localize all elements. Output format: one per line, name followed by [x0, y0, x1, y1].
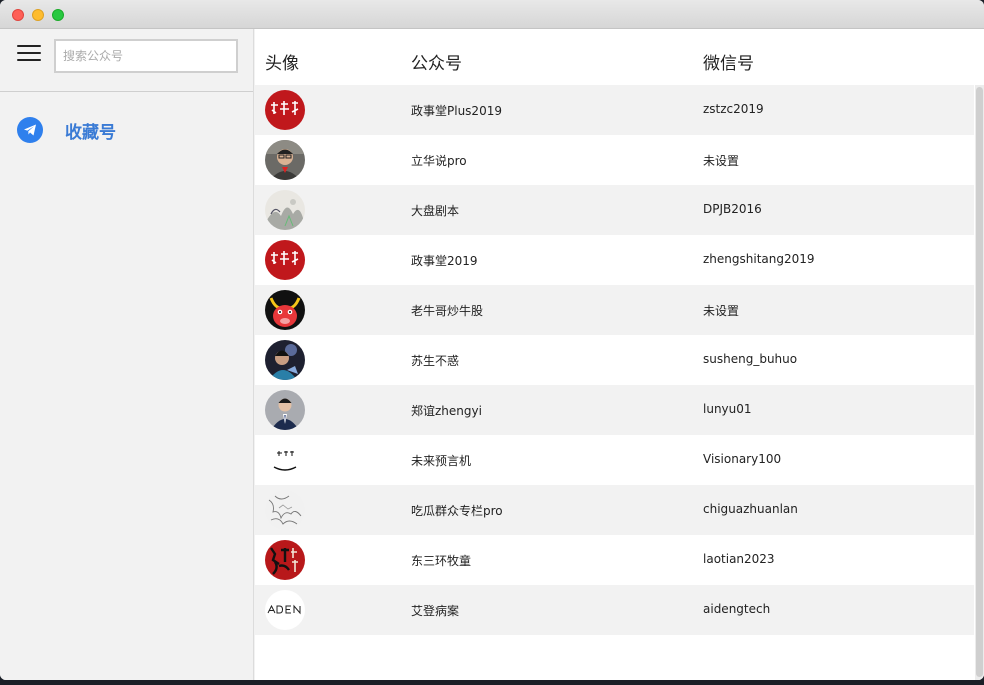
- wechat-id: Visionary100: [703, 452, 782, 466]
- wechat-id: zhengshitang2019: [703, 252, 815, 266]
- account-name: 东三环牧童: [411, 554, 472, 568]
- title-bar: [0, 0, 984, 29]
- wechat-id: DPJB2016: [703, 202, 762, 216]
- avatar: [265, 490, 305, 530]
- account-name: 大盘剧本: [411, 204, 460, 218]
- menu-icon[interactable]: [17, 45, 41, 63]
- avatar: [265, 340, 305, 380]
- wechat-id: susheng_buhuo: [703, 352, 798, 366]
- account-table: 头像 公众号 微信号 政事堂Plus2019 zstzc2019 立华说pro …: [255, 29, 984, 680]
- header-name: 公众号: [411, 54, 462, 74]
- sidebar-item-label: 收藏号: [65, 123, 116, 143]
- wechat-id: 未设置: [703, 154, 740, 168]
- table-row[interactable]: 未来预言机 Visionary100: [255, 435, 974, 485]
- wechat-id: 未设置: [703, 304, 740, 318]
- avatar: [265, 540, 305, 580]
- table-row[interactable]: 郑谊zhengyi lunyu01: [255, 385, 974, 435]
- wechat-id: lunyu01: [703, 402, 752, 416]
- account-name: 老牛哥炒牛股: [411, 304, 484, 318]
- minimize-window-button[interactable]: [32, 9, 44, 21]
- table-row[interactable]: 东三环牧童 laotian2023: [255, 535, 974, 585]
- account-name: 苏生不惑: [411, 354, 460, 368]
- account-name: 艾登病案: [411, 604, 460, 618]
- avatar: [265, 190, 305, 230]
- table-row[interactable]: 政事堂2019 zhengshitang2019: [255, 235, 974, 285]
- account-name: 未来预言机: [411, 454, 472, 468]
- account-name: 郑谊zhengyi: [411, 404, 482, 418]
- wechat-id: laotian2023: [703, 552, 775, 566]
- avatar: [265, 290, 305, 330]
- wechat-id: chiguazhuanlan: [703, 502, 798, 516]
- search-input[interactable]: [54, 39, 238, 73]
- table-row[interactable]: 吃瓜群众专栏pro chiguazhuanlan: [255, 485, 974, 535]
- avatar: [265, 240, 305, 280]
- table-row[interactable]: 立华说pro 未设置: [255, 135, 974, 185]
- avatar: [265, 140, 305, 180]
- telegram-send-icon: [17, 117, 43, 143]
- sidebar: 收藏号: [0, 29, 254, 680]
- app-window: 收藏号 头像 公众号 微信号 政事堂Plus2019 zstzc2019: [0, 0, 984, 680]
- header-wechat-id: 微信号: [703, 54, 754, 74]
- avatar: [265, 90, 305, 130]
- table-row[interactable]: 艾登病案 aidengtech: [255, 585, 974, 635]
- table-row[interactable]: 苏生不惑 susheng_buhuo: [255, 335, 974, 385]
- table-row[interactable]: 政事堂Plus2019 zstzc2019: [255, 85, 974, 135]
- account-name: 吃瓜群众专栏pro: [411, 504, 503, 518]
- sidebar-header: [0, 29, 253, 92]
- avatar: [265, 590, 305, 630]
- close-window-button[interactable]: [12, 9, 24, 21]
- account-name: 立华说pro: [411, 154, 467, 168]
- zoom-window-button[interactable]: [52, 9, 64, 21]
- account-name: 政事堂Plus2019: [411, 104, 502, 118]
- scrollbar-thumb[interactable]: [976, 87, 983, 677]
- table-row[interactable]: 大盘剧本 DPJB2016: [255, 185, 974, 235]
- sidebar-item-favorites[interactable]: 收藏号: [0, 115, 253, 145]
- table-body: 政事堂Plus2019 zstzc2019 立华说pro 未设置 大盘剧本 DP…: [255, 85, 974, 635]
- table-header: 头像 公众号 微信号: [255, 29, 984, 85]
- wechat-id: aidengtech: [703, 602, 771, 616]
- avatar: [265, 390, 305, 430]
- avatar: [265, 440, 305, 480]
- wechat-id: zstzc2019: [703, 102, 764, 116]
- account-name: 政事堂2019: [411, 254, 478, 268]
- table-row[interactable]: 老牛哥炒牛股 未设置: [255, 285, 974, 335]
- header-avatar: 头像: [265, 54, 299, 74]
